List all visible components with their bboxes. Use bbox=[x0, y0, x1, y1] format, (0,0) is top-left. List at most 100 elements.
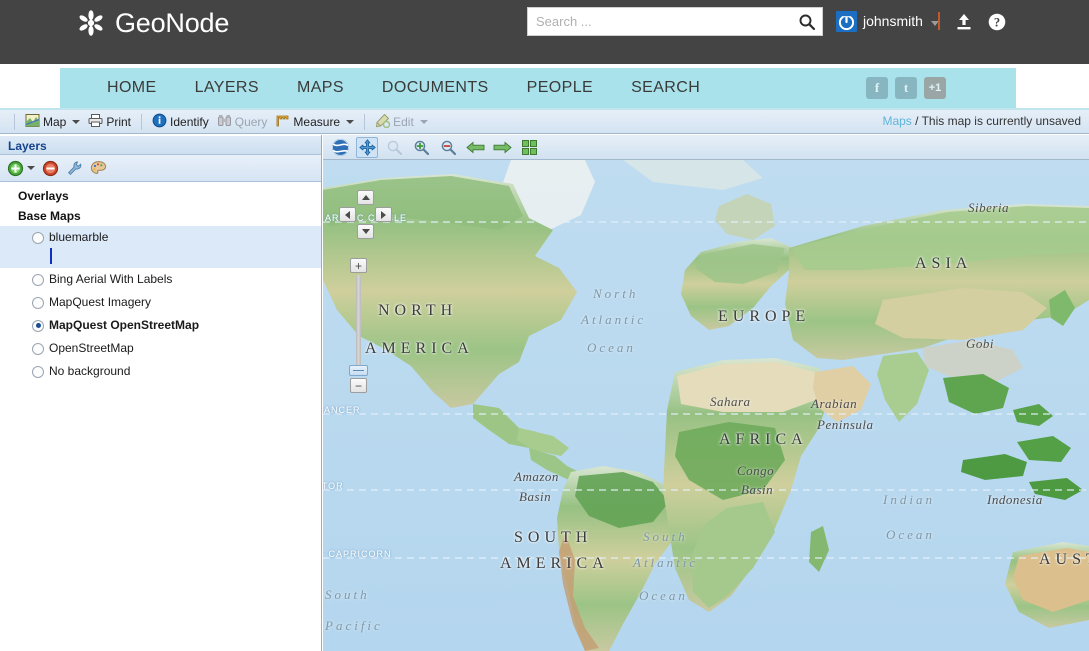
print-button[interactable]: Print bbox=[84, 112, 135, 132]
edit-button: Edit bbox=[371, 112, 432, 132]
zoom-in-icon[interactable] bbox=[410, 137, 432, 158]
measure-label: Measure bbox=[293, 114, 341, 129]
layers-toolbar bbox=[0, 155, 321, 182]
layer-legend-bluemarble bbox=[0, 248, 321, 268]
layer-label: bluemarble bbox=[49, 230, 109, 244]
layer-item-openstreetmap[interactable]: OpenStreetMap bbox=[0, 337, 321, 360]
printer-icon bbox=[88, 113, 103, 131]
layer-item-mapquest-imagery[interactable]: MapQuest Imagery bbox=[0, 291, 321, 314]
layer-item-bing-aerial[interactable]: Bing Aerial With Labels bbox=[0, 268, 321, 291]
layer-label: No background bbox=[49, 364, 131, 378]
identify-button[interactable]: Identify bbox=[148, 112, 213, 132]
layer-item-mapquest-osm[interactable]: MapQuest OpenStreetMap bbox=[0, 314, 321, 337]
brand-name: GeoNode bbox=[115, 8, 230, 38]
zoom-out-button[interactable]: − bbox=[350, 378, 367, 393]
layers-tree: Overlays Base Maps bluemarble Bing Aeria… bbox=[0, 182, 321, 383]
info-circle-icon bbox=[152, 113, 167, 131]
pan-icon[interactable] bbox=[356, 136, 378, 158]
map-tool-strip bbox=[323, 135, 1089, 160]
search-icon[interactable] bbox=[797, 12, 817, 32]
social-links: f t +1 bbox=[866, 77, 946, 99]
ruler-icon bbox=[275, 113, 290, 131]
nav-item-search[interactable]: SEARCH bbox=[612, 68, 719, 108]
maps-breadcrumb-link[interactable]: Maps bbox=[882, 114, 911, 128]
layer-group-base-maps[interactable]: Base Maps bbox=[0, 206, 321, 226]
nav-item-layers[interactable]: LAYERS bbox=[176, 68, 278, 108]
google-plus-one-icon[interactable]: +1 bbox=[924, 77, 946, 99]
svg-text:?: ? bbox=[994, 16, 1000, 30]
measure-button[interactable]: Measure bbox=[271, 112, 358, 132]
toolbar-button-group: Map Print Identify Query Measure Edit bbox=[8, 110, 432, 133]
pan-control[interactable] bbox=[339, 190, 392, 242]
previous-extent-arrow-icon[interactable] bbox=[464, 137, 486, 158]
map-canvas[interactable]: NORTH AMERICA SOUTH AMERICA EUROPE ASIA … bbox=[323, 160, 1089, 651]
layer-label: Bing Aerial With Labels bbox=[49, 272, 173, 286]
layer-radio-bing-aerial[interactable] bbox=[32, 273, 44, 286]
world-basemap-image bbox=[323, 160, 1089, 651]
pan-right-button[interactable] bbox=[375, 207, 392, 222]
edit-label: Edit bbox=[393, 114, 414, 129]
layer-radio-no-background[interactable] bbox=[32, 365, 44, 378]
twitter-icon[interactable]: t bbox=[895, 77, 917, 99]
facebook-icon[interactable]: f bbox=[866, 77, 888, 99]
zoom-slider-track[interactable] bbox=[356, 275, 361, 375]
site-header: GeoNode johnsmith bbox=[0, 0, 1089, 64]
nav-item-documents[interactable]: DOCUMENTS bbox=[363, 68, 508, 108]
nav-item-maps[interactable]: MAPS bbox=[278, 68, 363, 108]
zoom-slider-control[interactable]: + − bbox=[348, 258, 370, 393]
upload-icon[interactable] bbox=[954, 12, 974, 32]
zoom-box-icon bbox=[383, 137, 405, 158]
pan-down-button[interactable] bbox=[357, 224, 374, 239]
geonode-map-composer: GeoNode johnsmith bbox=[0, 0, 1089, 651]
brand-logo[interactable]: GeoNode bbox=[76, 8, 229, 38]
power-badge-icon bbox=[836, 11, 857, 32]
search-box[interactable] bbox=[527, 7, 823, 36]
zoom-slider-handle[interactable] bbox=[349, 365, 368, 376]
pencil-icon bbox=[375, 113, 391, 131]
toolbar-separator bbox=[364, 113, 366, 130]
layer-group-overlays[interactable]: Overlays bbox=[0, 186, 321, 206]
remove-layer-button[interactable] bbox=[42, 160, 59, 177]
layers-panel-title: Layers bbox=[0, 135, 321, 155]
layer-radio-openstreetmap[interactable] bbox=[32, 342, 44, 355]
zoom-in-button[interactable]: + bbox=[350, 258, 367, 273]
toolbar-separator bbox=[14, 113, 15, 130]
chevron-down-icon bbox=[419, 119, 428, 124]
next-extent-arrow-icon[interactable] bbox=[491, 137, 513, 158]
triangle-right-icon bbox=[381, 210, 386, 219]
nav-item-home[interactable]: HOME bbox=[88, 68, 176, 108]
palette-icon[interactable] bbox=[90, 160, 107, 177]
add-layer-button[interactable] bbox=[7, 160, 35, 177]
toolbar-separator bbox=[141, 113, 143, 130]
pan-left-button[interactable] bbox=[339, 207, 356, 222]
map-menu-button[interactable]: Map bbox=[21, 112, 84, 132]
zoom-to-max-extent-icon[interactable] bbox=[518, 137, 540, 158]
help-question-icon[interactable]: ? bbox=[987, 12, 1007, 32]
legend-swatch-icon bbox=[50, 248, 52, 264]
user-menu[interactable]: johnsmith bbox=[836, 11, 939, 32]
layer-label: MapQuest OpenStreetMap bbox=[49, 318, 200, 332]
username-label: johnsmith bbox=[863, 13, 923, 29]
wrench-icon[interactable] bbox=[66, 160, 83, 177]
layer-radio-mapquest-osm[interactable] bbox=[32, 319, 44, 332]
layer-item-bluemarble[interactable]: bluemarble bbox=[0, 226, 321, 249]
zoom-out-icon[interactable] bbox=[437, 137, 459, 158]
query-button: Query bbox=[213, 112, 272, 132]
chevron-down-icon bbox=[346, 119, 355, 124]
geonode-asterisk-logo-icon bbox=[76, 8, 106, 38]
nav-item-people[interactable]: PEOPLE bbox=[508, 68, 612, 108]
binoculars-icon bbox=[217, 113, 232, 131]
layer-label: OpenStreetMap bbox=[49, 341, 134, 355]
layer-radio-mapquest-imagery[interactable] bbox=[32, 296, 44, 309]
triangle-left-icon bbox=[345, 210, 350, 219]
map-save-status: Maps / This map is currently unsaved bbox=[882, 110, 1081, 133]
triangle-down-icon bbox=[361, 229, 370, 234]
pan-up-button[interactable] bbox=[357, 190, 374, 205]
main-navigation: HOME LAYERS MAPS DOCUMENTS PEOPLE SEARCH… bbox=[60, 68, 1016, 108]
layer-item-no-background[interactable]: No background bbox=[0, 360, 321, 383]
identify-label: Identify bbox=[170, 114, 209, 129]
layer-radio-bluemarble[interactable] bbox=[32, 231, 44, 244]
search-input[interactable] bbox=[528, 8, 798, 35]
map-app-toolbar: Map Print Identify Query Measure Edit Ma… bbox=[0, 110, 1089, 134]
globe-layers-icon[interactable] bbox=[329, 137, 351, 158]
